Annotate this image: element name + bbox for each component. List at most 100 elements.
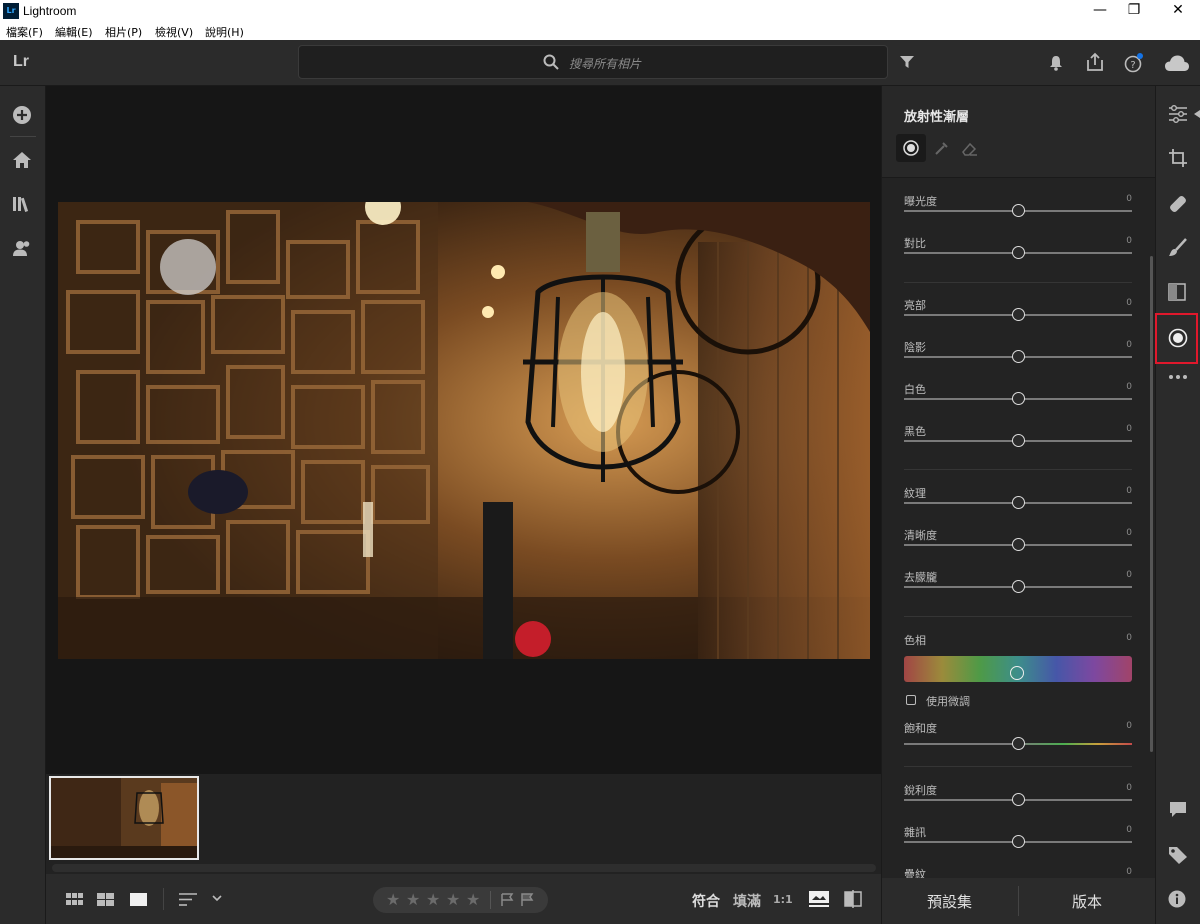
slider-dehaze[interactable]: 去朦朧 0 bbox=[904, 569, 1132, 609]
slider-sharpness[interactable]: 銳利度 0 bbox=[904, 782, 1132, 822]
saturation-knob[interactable] bbox=[1012, 737, 1025, 750]
edit-sliders-icon[interactable] bbox=[1168, 105, 1188, 123]
chevron-down-icon[interactable] bbox=[212, 895, 222, 902]
slider-knob[interactable] bbox=[1012, 350, 1025, 363]
filter-icon[interactable] bbox=[900, 56, 914, 68]
presets-button[interactable]: 預設集 bbox=[927, 891, 972, 912]
slider-highlights[interactable]: 亮部 0 bbox=[904, 297, 1132, 337]
eraser-icon[interactable] bbox=[961, 140, 979, 156]
brush-icon[interactable] bbox=[1168, 238, 1188, 258]
slider-knob[interactable] bbox=[1012, 496, 1025, 509]
slider-knob[interactable] bbox=[1012, 835, 1025, 848]
fine-adjust-checkbox[interactable] bbox=[906, 695, 916, 705]
rail-divider bbox=[10, 136, 36, 137]
comment-icon[interactable] bbox=[1168, 801, 1188, 819]
compare-icon[interactable] bbox=[843, 890, 863, 908]
home-icon[interactable] bbox=[12, 151, 32, 169]
lightroom-logo-icon: Lr bbox=[3, 3, 19, 19]
star-5-icon[interactable]: ★ bbox=[466, 890, 480, 909]
linear-gradient-icon[interactable] bbox=[1168, 283, 1186, 301]
slider-value: 0 bbox=[1126, 721, 1132, 731]
slider-whites[interactable]: 白色 0 bbox=[904, 381, 1132, 421]
share-icon[interactable] bbox=[1086, 52, 1104, 72]
panel-scrollbar[interactable] bbox=[1150, 256, 1153, 752]
slider-blacks[interactable]: 黑色 0 bbox=[904, 423, 1132, 463]
one-to-one-button[interactable]: 1:1 bbox=[773, 893, 793, 906]
radial-tool-button[interactable] bbox=[896, 134, 926, 162]
info-icon[interactable] bbox=[1168, 890, 1186, 908]
caret-left-icon bbox=[1194, 110, 1200, 118]
photo-grid-icon[interactable] bbox=[97, 893, 114, 906]
square-grid-icon[interactable] bbox=[66, 893, 83, 906]
menu-edit[interactable]: 編輯(E) bbox=[55, 24, 93, 40]
slider-texture[interactable]: 紋理 0 bbox=[904, 485, 1132, 525]
slider-noise[interactable]: 雜訊 0 bbox=[904, 824, 1132, 864]
star-rating[interactable]: ★ ★ ★ ★ ★ bbox=[373, 887, 548, 913]
more-icon[interactable] bbox=[1168, 374, 1188, 380]
menu-view[interactable]: 檢視(V) bbox=[155, 24, 193, 40]
slider-shadows[interactable]: 陰影 0 bbox=[904, 339, 1132, 379]
star-3-icon[interactable]: ★ bbox=[426, 890, 440, 909]
search-placeholder: 搜尋所有相片 bbox=[569, 57, 642, 71]
right-rail bbox=[1155, 86, 1200, 924]
menu-bar: 檔案(F) 編輯(E) 相片(P) 檢視(V) 說明(H) bbox=[0, 22, 1200, 40]
search-input[interactable]: 搜尋所有相片 bbox=[298, 45, 888, 79]
help-icon[interactable]: ? bbox=[1124, 53, 1144, 73]
cloud-icon[interactable] bbox=[1164, 54, 1190, 72]
star-4-icon[interactable]: ★ bbox=[446, 890, 460, 909]
panel-bottom-bar: 預設集 版本 bbox=[881, 878, 1155, 924]
slider-knob[interactable] bbox=[1012, 793, 1025, 806]
radial-gradient-icon bbox=[903, 140, 919, 156]
brush-add-icon[interactable] bbox=[934, 140, 950, 156]
people-icon[interactable] bbox=[12, 239, 32, 257]
section-divider bbox=[904, 282, 1132, 283]
sort-icon[interactable] bbox=[179, 893, 197, 906]
panel-title: 放射性漸層 bbox=[904, 110, 970, 125]
hue-knob[interactable] bbox=[1010, 666, 1024, 680]
slider-value: 0 bbox=[1126, 867, 1132, 877]
healing-icon[interactable] bbox=[1168, 194, 1188, 214]
fill-button[interactable]: 填滿 bbox=[733, 891, 761, 911]
slider-knob[interactable] bbox=[1012, 434, 1025, 447]
section-divider bbox=[904, 469, 1132, 470]
slider-label: 雜訊 bbox=[904, 826, 926, 839]
slider-contrast[interactable]: 對比 0 bbox=[904, 235, 1132, 275]
add-photos-icon[interactable] bbox=[12, 105, 32, 125]
slider-label: 黑色 bbox=[904, 425, 926, 438]
slider-clarity[interactable]: 清晰度 0 bbox=[904, 527, 1132, 567]
menu-help[interactable]: 說明(H) bbox=[205, 24, 244, 40]
star-2-icon[interactable]: ★ bbox=[406, 890, 420, 909]
flag-pick-icon[interactable] bbox=[500, 893, 514, 907]
slider-knob[interactable] bbox=[1012, 538, 1025, 551]
fit-button[interactable]: 符合 bbox=[692, 891, 720, 911]
slider-knob[interactable] bbox=[1012, 392, 1025, 405]
slider-value: 0 bbox=[1126, 236, 1132, 246]
radial-tool-highlight-box bbox=[1155, 313, 1198, 364]
menu-photo[interactable]: 相片(P) bbox=[105, 24, 142, 40]
slider-knob[interactable] bbox=[1012, 580, 1025, 593]
slider-label: 白色 bbox=[904, 383, 926, 396]
filmstrip-scrollbar[interactable] bbox=[52, 864, 876, 872]
filmstrip-thumbnail[interactable] bbox=[49, 776, 199, 860]
detail-view-icon[interactable] bbox=[130, 893, 147, 906]
slider-value: 0 bbox=[1126, 424, 1132, 434]
menu-file[interactable]: 檔案(F) bbox=[6, 24, 43, 40]
crop-icon[interactable] bbox=[1168, 148, 1188, 168]
slider-value: 0 bbox=[1126, 340, 1132, 350]
slider-knob[interactable] bbox=[1012, 204, 1025, 217]
library-icon[interactable] bbox=[12, 195, 32, 213]
close-button[interactable]: ✕ bbox=[1158, 0, 1198, 22]
slider-moire[interactable]: 疊紋 0 bbox=[904, 866, 1132, 878]
before-after-icon[interactable] bbox=[809, 891, 829, 907]
bell-icon[interactable] bbox=[1049, 55, 1063, 71]
slider-exposure[interactable]: 曝光度 0 bbox=[904, 193, 1132, 233]
star-1-icon[interactable]: ★ bbox=[386, 890, 400, 909]
flag-reject-icon[interactable] bbox=[520, 893, 534, 907]
slider-knob[interactable] bbox=[1012, 246, 1025, 259]
versions-button[interactable]: 版本 bbox=[1072, 891, 1102, 912]
tag-icon[interactable] bbox=[1168, 846, 1188, 864]
main-photo[interactable] bbox=[58, 202, 870, 659]
slider-label: 疊紋 bbox=[904, 868, 926, 878]
slider-knob[interactable] bbox=[1012, 308, 1025, 321]
maximize-button[interactable]: ❐ bbox=[1114, 0, 1154, 22]
